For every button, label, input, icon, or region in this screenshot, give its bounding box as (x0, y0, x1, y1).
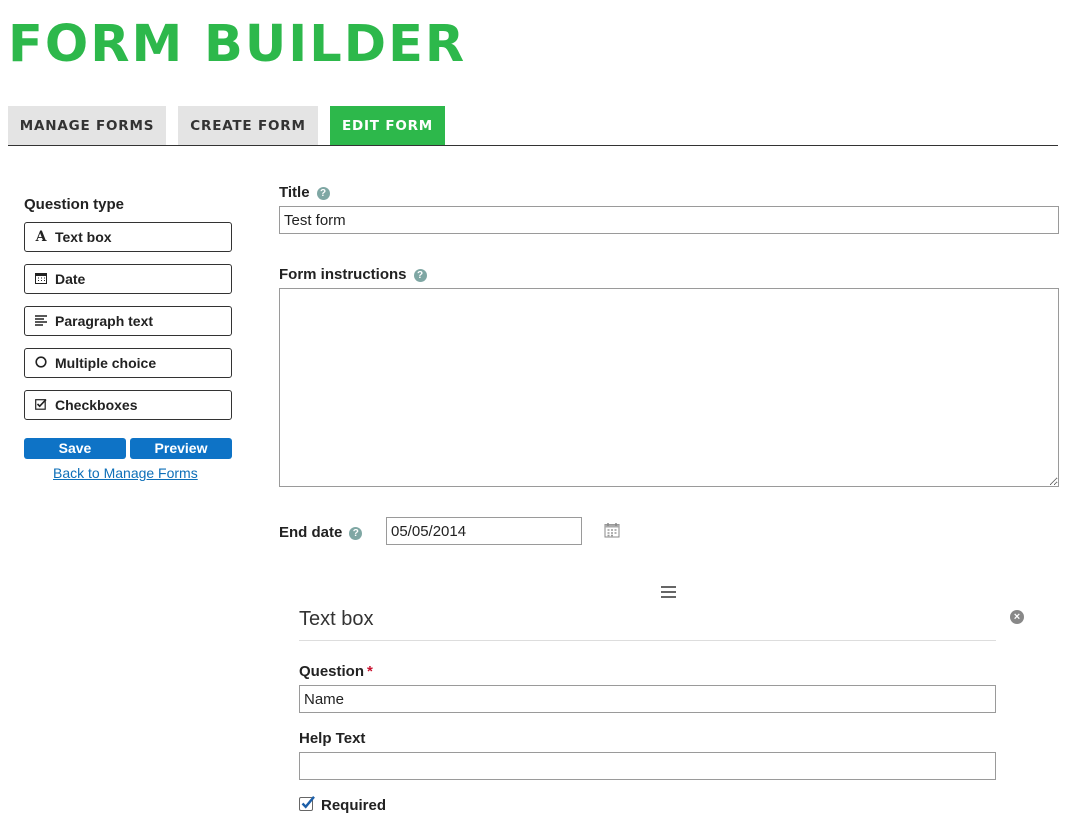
instructions-textarea[interactable] (279, 288, 1059, 487)
paragraph-lines-icon (34, 314, 48, 329)
end-date-input[interactable] (386, 517, 582, 545)
title-label: Title (279, 184, 310, 201)
calendar-icon (34, 272, 48, 287)
question-label: Question (299, 663, 365, 680)
required-checkbox[interactable] (299, 796, 315, 811)
tab-bar: MANAGE FORMS CREATE FORM EDIT FORM (8, 106, 1058, 146)
radio-circle-icon (34, 355, 48, 371)
instructions-label-row: Form instructions? (279, 266, 427, 283)
preview-button[interactable]: Preview (130, 438, 232, 459)
end-date-label: End date (279, 524, 343, 541)
end-date-label-row: End date? (279, 524, 363, 541)
app-title: FORM BUILDER (8, 15, 467, 74)
question-type-heading: Question type (24, 196, 125, 213)
checkmark-icon (301, 796, 315, 809)
question-type-multiple-choice[interactable]: Multiple choice (24, 348, 232, 378)
required-asterisk: * (367, 663, 373, 680)
help-text-label: Help Text (299, 730, 366, 747)
question-type-checkboxes[interactable]: Checkboxes (24, 390, 232, 420)
question-type-date[interactable]: Date (24, 264, 232, 294)
question-type-label: Text box (55, 229, 112, 245)
title-input[interactable] (279, 206, 1059, 234)
calendar-picker-icon[interactable] (604, 522, 620, 538)
question-type-text-box[interactable]: A Text box (24, 222, 232, 252)
help-icon[interactable]: ? (349, 527, 363, 540)
question-input[interactable] (299, 685, 996, 713)
required-label: Required (321, 797, 387, 814)
question-type-paragraph-text[interactable]: Paragraph text (24, 306, 232, 336)
close-icon[interactable]: × (1010, 610, 1024, 624)
question-type-label: Checkboxes (55, 397, 138, 413)
title-label-row: Title? (279, 184, 330, 201)
instructions-label: Form instructions (279, 266, 407, 283)
question-card-title: Text box (299, 608, 374, 630)
save-button[interactable]: Save (24, 438, 126, 459)
help-icon[interactable]: ? (413, 269, 427, 282)
question-type-label: Date (55, 271, 86, 287)
tab-edit-form[interactable]: EDIT FORM (330, 106, 445, 145)
question-type-label: Multiple choice (55, 355, 157, 371)
drag-handle-icon[interactable] (661, 586, 676, 598)
question-type-label: Paragraph text (55, 313, 154, 329)
tab-create-form[interactable]: CREATE FORM (178, 106, 318, 145)
tab-manage-forms[interactable]: MANAGE FORMS (8, 106, 166, 145)
back-to-manage-forms-link[interactable]: Back to Manage Forms (53, 465, 198, 481)
checkbox-icon (34, 398, 48, 413)
help-text-input[interactable] (299, 752, 996, 780)
help-icon[interactable]: ? (316, 187, 330, 200)
card-divider (299, 640, 996, 641)
question-label-row: Question * (299, 663, 373, 680)
text-a-icon: A (35, 229, 47, 245)
